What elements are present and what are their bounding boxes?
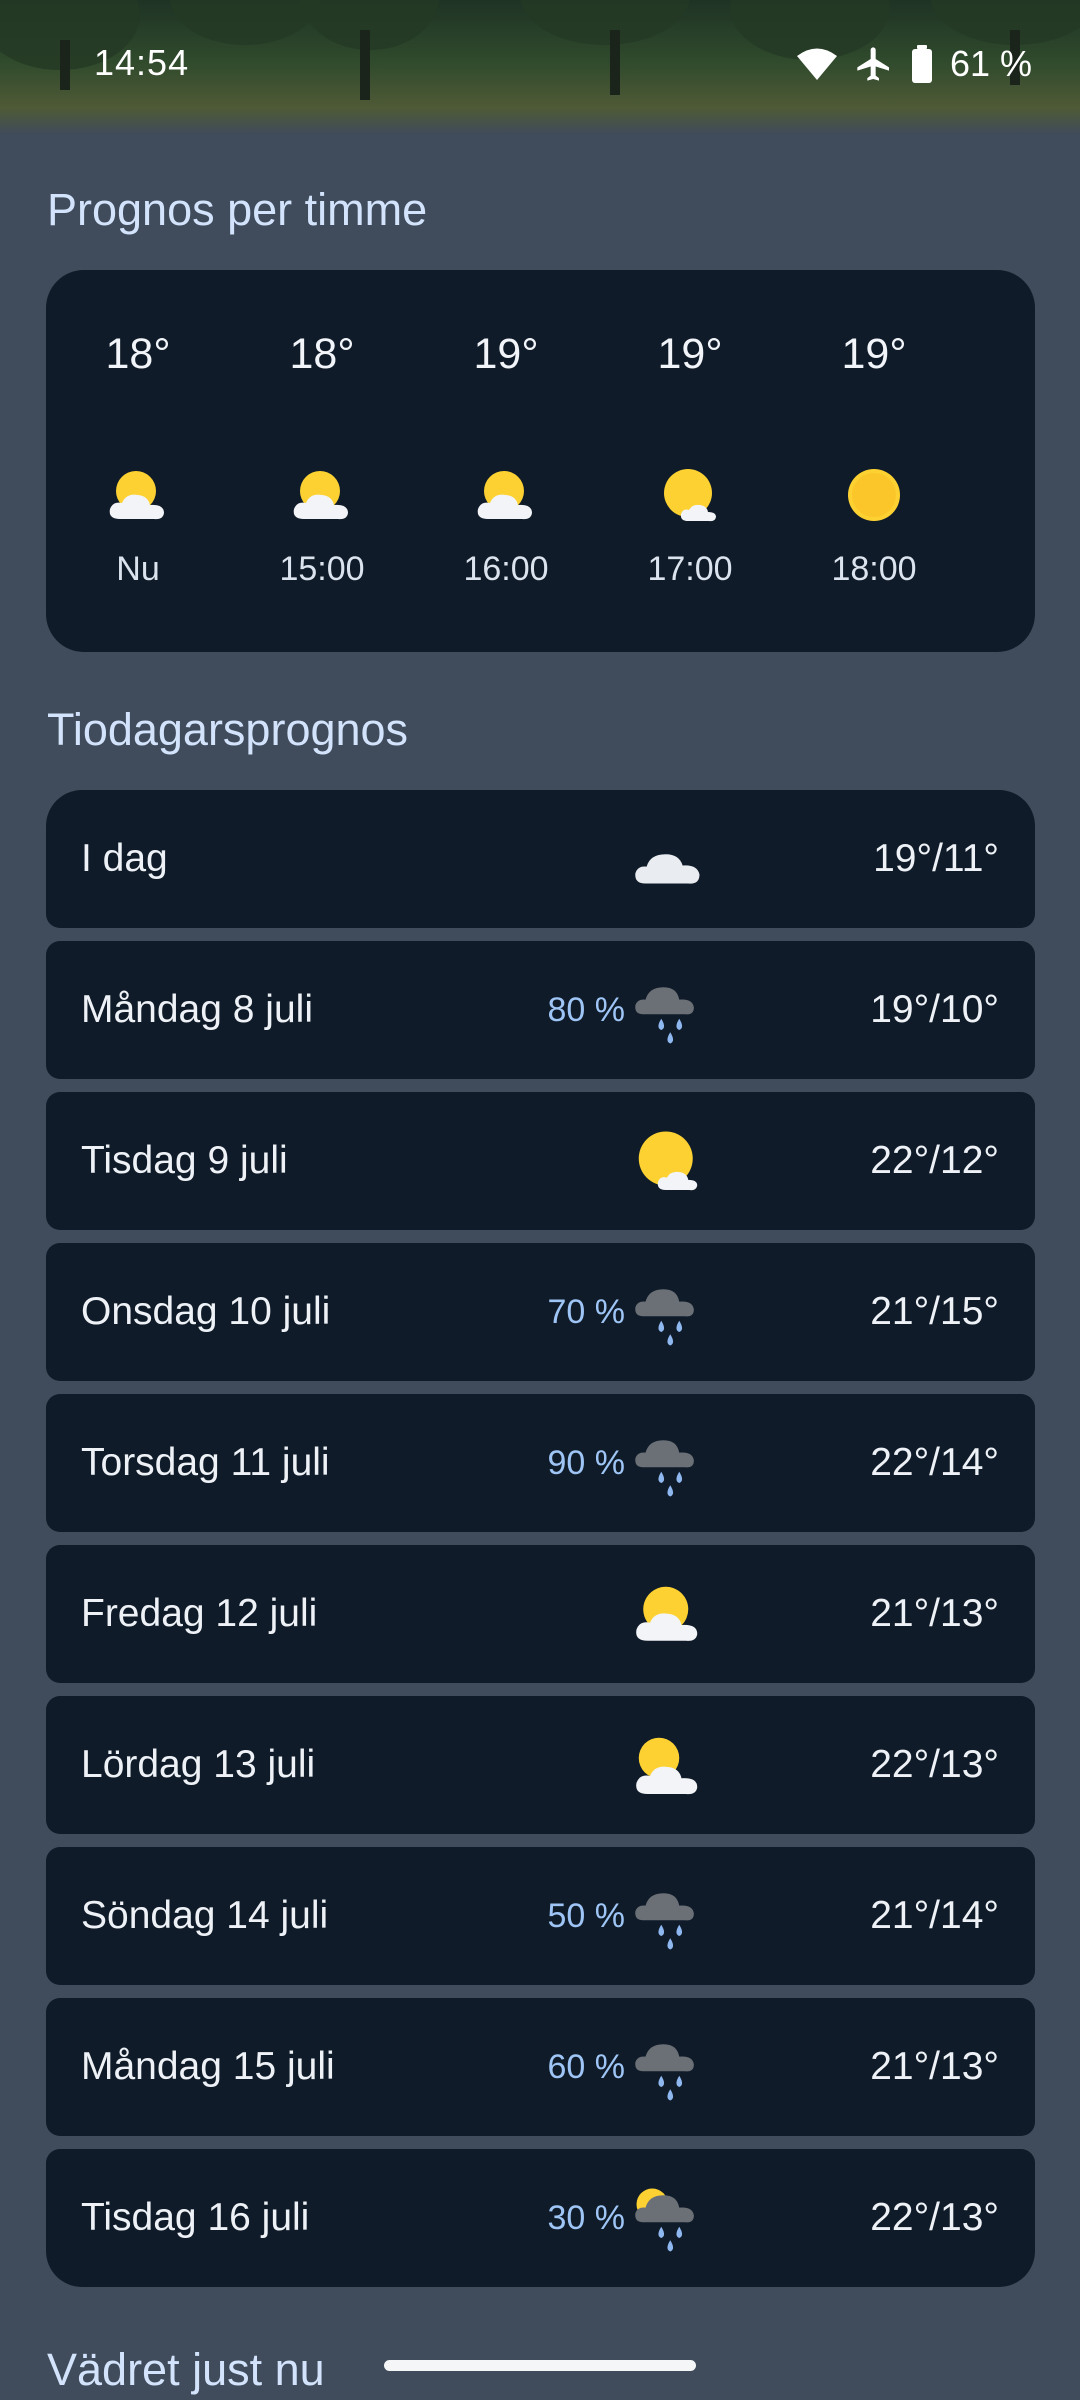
hourly-time-label: 17:00: [647, 550, 733, 588]
hourly-temp: 19°: [473, 330, 539, 378]
precip-chance: 50 %: [547, 1897, 626, 1935]
day-temps: 21°/14°: [870, 1894, 999, 1937]
day-temps: 21°/13°: [870, 2045, 999, 2088]
rain-icon: [635, 1440, 694, 1497]
partly-cloudy-icon: [477, 471, 532, 520]
day-row[interactable]: Tisdag 16 juli 30 % 22°/13°: [46, 2149, 1035, 2287]
status-bar: 14:54 61 %: [0, 0, 1080, 135]
rain-icon: [635, 1893, 694, 1950]
day-temps: 22°/13°: [870, 2196, 999, 2239]
day-row[interactable]: Lördag 13 juli 22°/13°: [46, 1696, 1035, 1834]
day-name: Tisdag 9 juli: [81, 1139, 288, 1182]
day-name: I dag: [81, 837, 168, 880]
day-name: Onsdag 10 juli: [81, 1290, 331, 1333]
status-icons: 61 %: [796, 40, 1032, 88]
hourly-time-label: 15:00: [279, 550, 365, 588]
precip-chance: 60 %: [547, 2048, 626, 2086]
wallpaper-trunk: [610, 30, 620, 95]
wallpaper-tree: [930, 0, 1080, 45]
hourly-item: 18° Nu: [46, 270, 230, 652]
precip-chance: 90 %: [547, 1444, 626, 1482]
hourly-time-label: 18:00: [831, 550, 917, 588]
wallpaper-trunk: [360, 30, 370, 100]
airplane-icon: [857, 47, 889, 81]
day-row[interactable]: Torsdag 11 juli 90 % 22°/14°: [46, 1394, 1035, 1532]
partly-cloudy-icon: [636, 1737, 698, 1795]
wallpaper-trunk: [60, 40, 70, 90]
hourly-forecast-title: Prognos per timme: [47, 184, 428, 235]
day-temps: 21°/15°: [870, 1290, 999, 1333]
hourly-temp: 19°: [841, 330, 907, 378]
partly-cloudy-icon: [109, 471, 164, 520]
mostly-sunny-icon: [638, 1131, 698, 1191]
rain-icon: [635, 1289, 694, 1346]
day-row[interactable]: Måndag 8 juli 80 % 19°/10°: [46, 941, 1035, 1079]
day-name: Tisdag 16 juli: [81, 2196, 310, 2239]
day-row[interactable]: Måndag 15 juli 60 % 21°/13°: [46, 1998, 1035, 2136]
day-temps: 22°/12°: [870, 1139, 999, 1182]
hourly-item: 18° 15:00: [230, 270, 414, 652]
hourly-time-label: 16:00: [463, 550, 549, 588]
battery-percentage: 61 %: [949, 43, 1032, 84]
precip-chance: 80 %: [547, 991, 626, 1029]
day-name: Måndag 8 juli: [81, 988, 313, 1031]
wallpaper-tree: [170, 0, 320, 45]
hourly-item: 19° 17:00: [598, 270, 782, 652]
sunny-icon: [848, 469, 900, 521]
gesture-nav-handle[interactable]: [384, 2360, 696, 2371]
status-time: 14:54: [94, 42, 190, 83]
day-row[interactable]: Fredag 12 juli 21°/13°: [46, 1545, 1035, 1683]
day-temps: 19°/11°: [873, 837, 999, 880]
day-row[interactable]: Onsdag 10 juli 70 % 21°/15°: [46, 1243, 1035, 1381]
partly-cloudy-icon: [293, 471, 348, 520]
day-row-today[interactable]: I dag 19°/11°: [46, 790, 1035, 928]
day-name: Måndag 15 juli: [81, 2045, 335, 2088]
ten-day-forecast-title: Tiodagarsprognos: [47, 704, 409, 755]
rain-icon: [635, 2044, 694, 2101]
battery-icon: [911, 45, 932, 83]
hourly-item: 19° 16:00: [414, 270, 598, 652]
partly-cloudy-icon: [636, 1586, 698, 1641]
day-name: Söndag 14 juli: [81, 1894, 329, 1937]
hourly-temp: 19°: [657, 330, 723, 378]
day-temps: 22°/13°: [870, 1743, 999, 1786]
day-name: Lördag 13 juli: [81, 1743, 316, 1786]
precip-chance: 70 %: [547, 1293, 626, 1331]
hourly-time-label: Nu: [116, 550, 160, 588]
day-row[interactable]: Söndag 14 juli 50 % 21°/14°: [46, 1847, 1035, 1985]
sun-rain-icon: [635, 2188, 694, 2252]
wifi-icon: [796, 48, 837, 80]
precip-chance: 30 %: [547, 2199, 626, 2237]
day-temps: 19°/10°: [870, 988, 999, 1031]
current-weather-title: Vädret just nu: [47, 2344, 325, 2395]
hourly-item: 19° 18:00: [782, 270, 966, 652]
day-name: Fredag 12 juli: [81, 1592, 318, 1635]
cloudy-icon: [635, 854, 700, 884]
rain-icon: [635, 987, 694, 1044]
day-name: Torsdag 11 juli: [81, 1441, 330, 1484]
hourly-forecast-card[interactable]: 18° Nu 18° 15:00 19° 16:00 19° 17:00 19°: [46, 270, 1035, 652]
wallpaper-tree: [300, 0, 440, 50]
mostly-sunny-icon: [664, 469, 716, 522]
hourly-temp: 18°: [105, 330, 171, 378]
day-row[interactable]: Tisdag 9 juli 22°/12°: [46, 1092, 1035, 1230]
wallpaper-tree: [520, 0, 690, 45]
hourly-temp: 18°: [289, 330, 355, 378]
day-temps: 21°/13°: [870, 1592, 999, 1635]
day-temps: 22°/14°: [870, 1441, 999, 1484]
